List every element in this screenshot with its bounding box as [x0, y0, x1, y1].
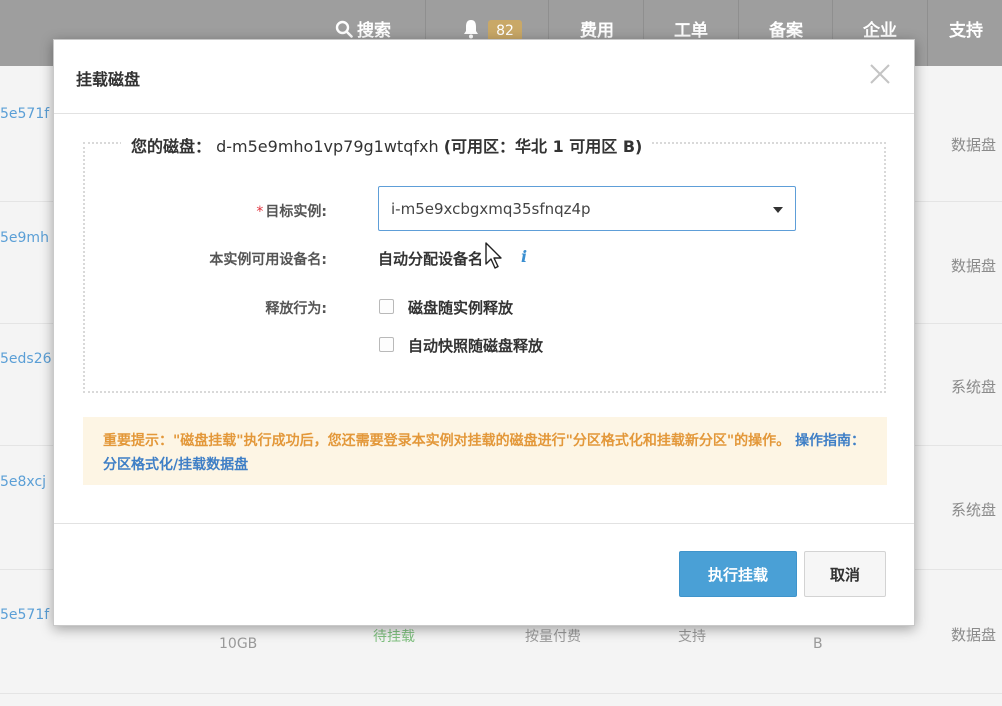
- mouse-cursor-icon: [485, 242, 502, 269]
- disk-status: 待挂载: [373, 629, 415, 645]
- bell-icon: [464, 20, 479, 39]
- release-behavior-label: 释放行为:: [265, 301, 327, 317]
- search-icon: [335, 20, 353, 38]
- mount-disk-dialog: 挂载磁盘 您的磁盘： d-m5e9mho1vp79g1wtqfxh (可用区：华…: [53, 39, 915, 626]
- target-instance-label: * 目标实例:: [256, 204, 327, 220]
- disk-type: 数据盘: [951, 136, 997, 154]
- info-icon[interactable]: i: [521, 247, 527, 266]
- chevron-down-icon: [773, 207, 783, 213]
- disk-zone: (可用区：华北 1 可用区 B): [443, 137, 643, 156]
- notice-text: 重要提示："磁盘挂载"执行成功后，您还需要登录本实例对挂载的磁盘进行"分区格式化…: [103, 433, 791, 449]
- disk-label: 您的磁盘：: [131, 137, 212, 156]
- device-name-label: 本实例可用设备名:: [209, 252, 327, 268]
- nav-item-support[interactable]: 支持: [930, 0, 1002, 66]
- close-button[interactable]: [866, 60, 894, 88]
- release-with-instance-label[interactable]: 磁盘随实例释放: [408, 297, 513, 318]
- guide-label: 操作指南：: [795, 433, 866, 449]
- disk-support: 支持: [678, 629, 706, 645]
- device-name-value: 自动分配设备名: [378, 250, 484, 268]
- nav-search-label: 搜索: [357, 21, 391, 41]
- guide-link[interactable]: 分区格式化/挂载数据盘: [103, 457, 248, 473]
- disk-id-link[interactable]: 5e9mh: [0, 230, 49, 246]
- disk-info: 您的磁盘： d-m5e9mho1vp79g1wtqfxh (可用区：华北 1 可…: [121, 133, 653, 157]
- disk-type: 数据盘: [951, 257, 997, 275]
- disk-id-link[interactable]: 5e571f: [0, 607, 49, 623]
- footer-divider: [54, 523, 914, 524]
- required-mark: *: [256, 204, 264, 220]
- disk-type: 数据盘: [951, 626, 997, 644]
- dialog-title: 挂载磁盘: [76, 70, 141, 89]
- header-divider: [54, 113, 914, 114]
- target-instance-select[interactable]: i-m5e9xcbgxmq35sfnqz4p: [378, 186, 796, 231]
- disk-id-link[interactable]: 5e8xcj: [0, 474, 46, 490]
- close-icon: [870, 64, 890, 84]
- disk-type: 系统盘: [951, 378, 997, 396]
- disk-extra: B: [813, 636, 823, 652]
- disk-id: d-m5e9mho1vp79g1wtqfxh: [216, 137, 439, 156]
- snapshot-release-label[interactable]: 自动快照随磁盘释放: [408, 335, 543, 356]
- snapshot-release-checkbox[interactable]: [379, 337, 394, 352]
- disk-id-link[interactable]: 5e571f: [0, 106, 49, 122]
- disk-billing: 按量付费: [525, 629, 581, 645]
- cancel-button[interactable]: 取消: [804, 551, 886, 597]
- target-instance-value: i-m5e9xcbgxmq35sfnqz4p: [391, 200, 591, 218]
- disk-size: 10GB: [219, 636, 258, 652]
- disk-type: 系统盘: [951, 501, 997, 519]
- disk-id-link[interactable]: 5eds26: [0, 351, 52, 367]
- important-notice: 重要提示："磁盘挂载"执行成功后，您还需要登录本实例对挂载的磁盘进行"分区格式化…: [83, 417, 887, 485]
- mount-button[interactable]: 执行挂载: [679, 551, 797, 597]
- release-with-instance-checkbox[interactable]: [379, 299, 394, 314]
